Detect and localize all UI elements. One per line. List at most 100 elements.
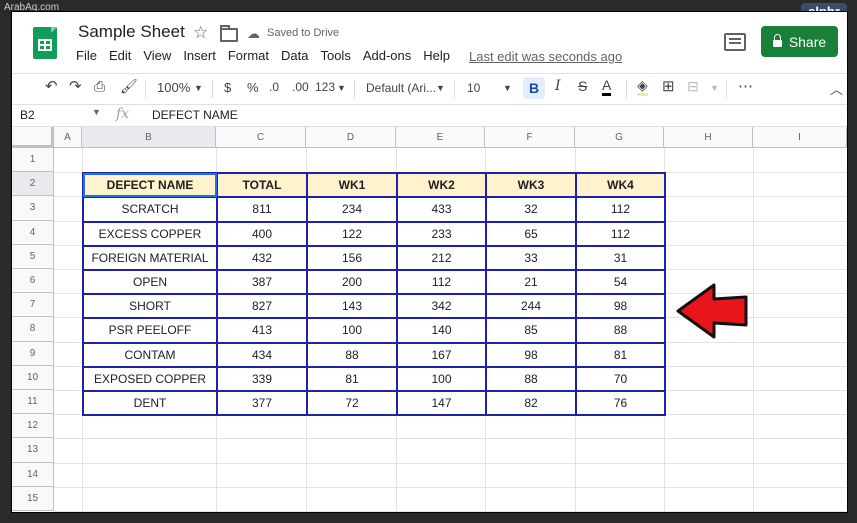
row-header[interactable]: 10	[12, 365, 54, 390]
redo-icon[interactable]: ↷	[69, 77, 82, 95]
row-header[interactable]: 3	[12, 196, 54, 221]
chevron-down-icon[interactable]: ▼	[337, 83, 346, 93]
data-cell[interactable]: 98	[485, 341, 577, 368]
data-cell[interactable]: 147	[396, 389, 487, 417]
row-header[interactable]: 13	[12, 438, 54, 463]
data-cell[interactable]: 200	[306, 268, 398, 296]
data-cell[interactable]: EXCESS COPPER	[82, 220, 218, 247]
menu-view[interactable]: View	[143, 48, 171, 63]
row-header[interactable]: 8	[12, 317, 54, 342]
data-cell[interactable]: 32	[485, 196, 577, 223]
menu-tools[interactable]: Tools	[320, 48, 350, 63]
data-cell[interactable]: 434	[216, 341, 308, 368]
font-size-select[interactable]: 10	[467, 81, 480, 95]
data-cell[interactable]: OPEN	[82, 268, 218, 296]
chevron-down-icon[interactable]: ▼	[92, 107, 101, 117]
data-cell[interactable]: 432	[216, 244, 308, 271]
header-cell[interactable]: DEFECT NAME	[82, 172, 218, 199]
data-cell[interactable]: CONTAM	[82, 341, 218, 368]
column-header[interactable]: I	[753, 127, 847, 148]
comment-history-icon[interactable]	[724, 33, 746, 51]
name-box[interactable]: B2	[20, 108, 35, 122]
data-cell[interactable]: SCRATCH	[82, 196, 218, 223]
data-cell[interactable]: 342	[396, 293, 487, 320]
data-cell[interactable]: 76	[575, 389, 666, 417]
data-cell[interactable]: 54	[575, 268, 666, 296]
row-header[interactable]: 2	[12, 172, 54, 197]
menu-add-ons[interactable]: Add-ons	[363, 48, 411, 63]
data-cell[interactable]: 112	[396, 268, 487, 296]
row-header[interactable]: 9	[12, 341, 54, 366]
data-cell[interactable]: 140	[396, 317, 487, 344]
last-edit-link[interactable]: Last edit was seconds ago	[469, 49, 622, 64]
row-header[interactable]: 5	[12, 244, 54, 269]
data-cell[interactable]: 212	[396, 244, 487, 271]
data-cell[interactable]: 413	[216, 317, 308, 344]
collapse-chevron-icon[interactable]: ︿	[830, 79, 843, 98]
paint-format-icon[interactable]: 🖌	[120, 78, 138, 95]
data-cell[interactable]: 811	[216, 196, 308, 223]
percent-button[interactable]: %	[247, 80, 259, 95]
row-header[interactable]: 11	[12, 390, 54, 415]
zoom-select[interactable]: 100%	[157, 80, 190, 95]
column-header[interactable]: B	[82, 127, 216, 148]
folder-icon[interactable]	[220, 25, 238, 42]
formula-input[interactable]: DEFECT NAME	[152, 108, 238, 122]
italic-button[interactable]: I	[555, 78, 561, 94]
data-cell[interactable]: 156	[306, 244, 398, 271]
sheets-logo-icon[interactable]	[33, 27, 57, 59]
data-cell[interactable]: DENT	[82, 389, 218, 417]
data-cell[interactable]: 244	[485, 293, 577, 320]
chevron-down-icon[interactable]: ▼	[436, 83, 445, 93]
data-cell[interactable]: 827	[216, 293, 308, 320]
more-icon[interactable]: ⋯	[738, 77, 753, 95]
data-cell[interactable]: 387	[216, 268, 308, 296]
row-header[interactable]: 4	[12, 220, 54, 245]
menu-insert[interactable]: Insert	[183, 48, 216, 63]
data-cell[interactable]: 433	[396, 196, 487, 223]
column-header[interactable]: C	[216, 127, 306, 148]
chevron-down-icon[interactable]: ▼	[194, 83, 203, 93]
data-cell[interactable]: 88	[306, 341, 398, 368]
data-cell[interactable]: 82	[485, 389, 577, 417]
data-cell[interactable]: 33	[485, 244, 577, 271]
data-cell[interactable]: EXPOSED COPPER	[82, 365, 218, 392]
select-all-corner[interactable]	[12, 127, 54, 148]
data-cell[interactable]: 88	[575, 317, 666, 344]
data-cell[interactable]: 233	[396, 220, 487, 247]
data-cell[interactable]: 143	[306, 293, 398, 320]
data-cell[interactable]: 81	[306, 365, 398, 392]
column-header[interactable]: E	[396, 127, 485, 148]
row-header[interactable]: 12	[12, 414, 54, 439]
borders-icon[interactable]: ⊞	[662, 77, 675, 95]
print-icon[interactable]: ⎙	[94, 78, 105, 95]
data-cell[interactable]: 98	[575, 293, 666, 320]
chevron-down-icon[interactable]: ▼	[503, 83, 512, 93]
share-button[interactable]: Share	[761, 26, 838, 57]
data-cell[interactable]: 21	[485, 268, 577, 296]
data-cell[interactable]: 100	[306, 317, 398, 344]
column-header[interactable]: G	[575, 127, 664, 148]
more-formats-button[interactable]: 123	[315, 80, 335, 94]
increase-decimal-button[interactable]: .00	[292, 80, 309, 94]
header-cell[interactable]: WK2	[396, 172, 487, 199]
data-cell[interactable]: 100	[396, 365, 487, 392]
header-cell[interactable]: TOTAL	[216, 172, 308, 199]
menu-help[interactable]: Help	[423, 48, 450, 63]
undo-icon[interactable]: ↶	[45, 77, 58, 95]
data-cell[interactable]: 167	[396, 341, 487, 368]
data-cell[interactable]: SHORT	[82, 293, 218, 320]
row-header[interactable]: 14	[12, 462, 54, 487]
text-color-button[interactable]: A	[602, 77, 612, 96]
data-cell[interactable]: 72	[306, 389, 398, 417]
data-cell[interactable]: 400	[216, 220, 308, 247]
data-cell[interactable]: 81	[575, 341, 666, 368]
currency-button[interactable]: $	[224, 80, 231, 95]
data-cell[interactable]: FOREIGN MATERIAL	[82, 244, 218, 271]
data-cell[interactable]: 65	[485, 220, 577, 247]
column-header[interactable]: D	[306, 127, 396, 148]
data-cell[interactable]: PSR PEELOFF	[82, 317, 218, 344]
column-header[interactable]: H	[664, 127, 753, 148]
font-select[interactable]: Default (Ari...	[366, 81, 436, 95]
header-cell[interactable]: WK3	[485, 172, 577, 199]
